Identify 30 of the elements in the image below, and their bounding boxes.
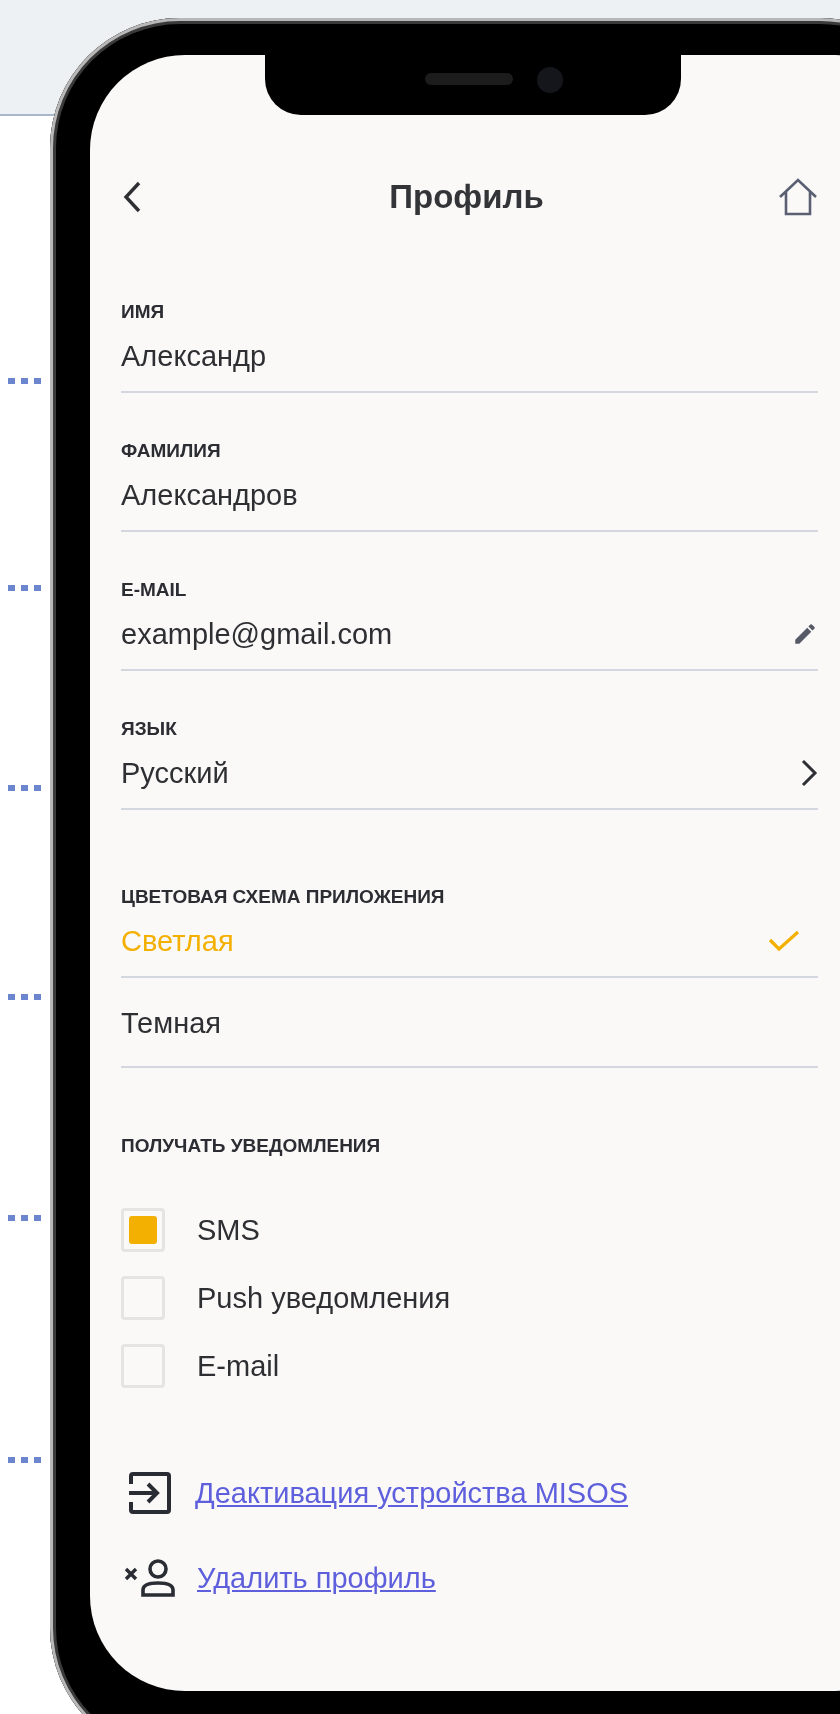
checkbox-label: E-mail xyxy=(197,1349,280,1383)
option-label: Светлая xyxy=(121,924,234,959)
field-label: E-MAIL xyxy=(121,578,188,602)
chevron-right-icon[interactable] xyxy=(800,759,818,787)
field-label: ЯЗЫК xyxy=(121,717,178,741)
scheme-option[interactable]: Темная xyxy=(121,978,818,1068)
checkmark-icon xyxy=(768,930,800,952)
form-field[interactable]: ИМЯ Александр xyxy=(121,300,818,393)
form-field[interactable]: ФАМИЛИЯ Александров xyxy=(121,439,818,532)
exit-icon xyxy=(127,1470,173,1516)
field-label: ИМЯ xyxy=(121,300,166,324)
action-link[interactable]: Удалить профиль xyxy=(197,1561,436,1595)
field-value: Русский xyxy=(121,756,229,791)
field-label: ФАМИЛИЯ xyxy=(121,439,222,463)
home-button[interactable] xyxy=(778,178,818,216)
option-label: Темная xyxy=(121,1006,221,1041)
back-button[interactable] xyxy=(121,180,143,214)
screen-title: Профиль xyxy=(389,178,544,216)
checkbox-label: Push уведомления xyxy=(197,1281,451,1315)
checkbox-label: SMS xyxy=(197,1213,260,1247)
form-field[interactable]: ЯЗЫК Русский xyxy=(121,717,818,810)
field-value: Александр xyxy=(121,339,267,374)
action-link[interactable]: Деактивация устройства MISOS xyxy=(195,1476,629,1510)
form-field[interactable]: E-MAIL example@gmail.com xyxy=(121,578,818,671)
pencil-icon[interactable] xyxy=(792,621,818,647)
section-label: ПОЛУЧАТЬ УВЕДОМЛЕНИЯ xyxy=(121,1134,382,1158)
field-value: example@gmail.com xyxy=(121,617,393,652)
field-value: Александров xyxy=(121,478,298,513)
section-label: ЦВЕТОВАЯ СХЕМА ПРИЛОЖЕНИЯ xyxy=(121,885,446,909)
checkbox[interactable] xyxy=(121,1208,165,1252)
